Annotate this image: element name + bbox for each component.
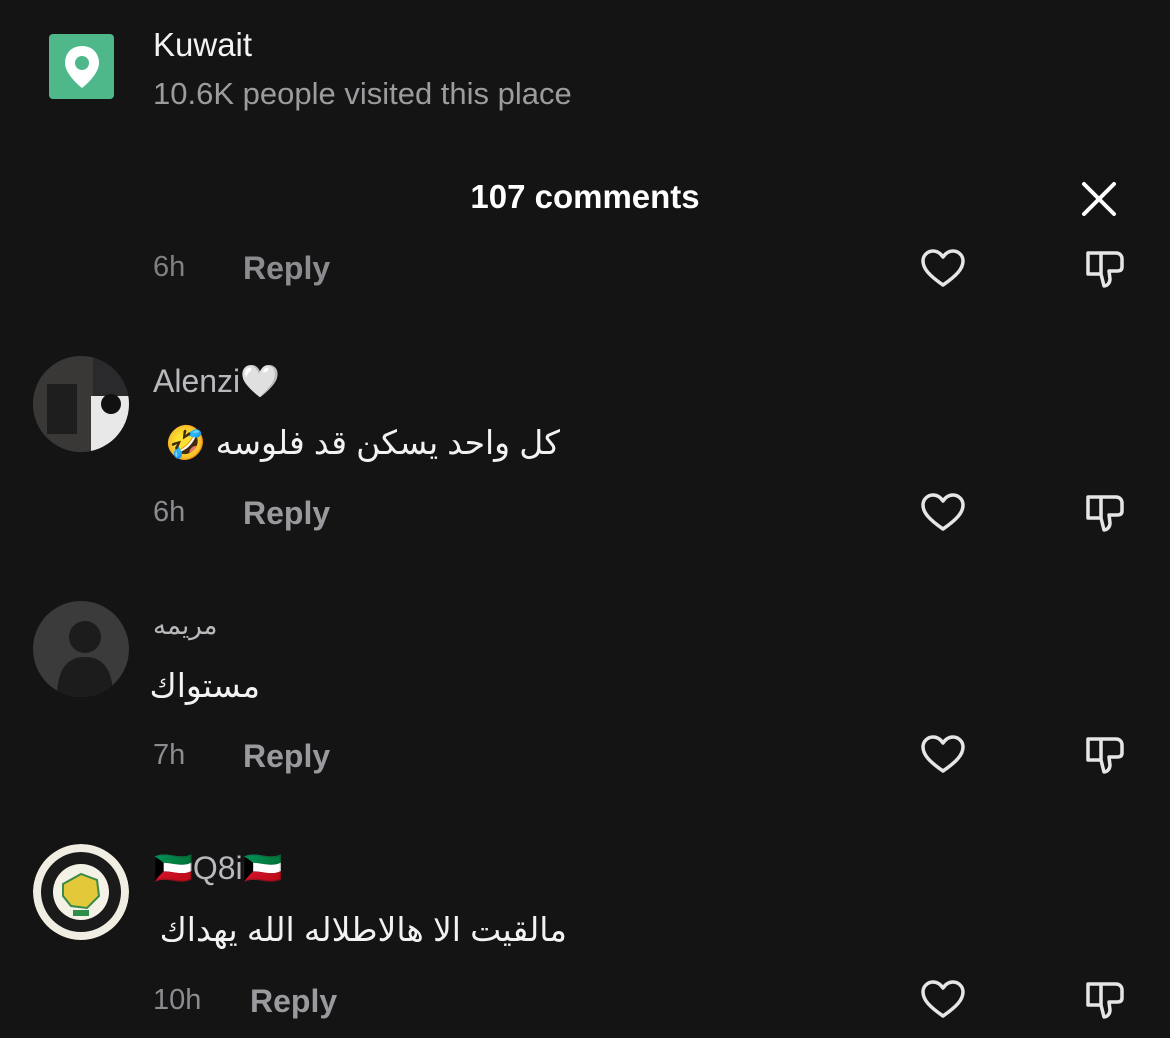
comment-count: 107 comments bbox=[470, 178, 700, 215]
comment-time: 6h bbox=[153, 251, 186, 283]
heart-icon[interactable] bbox=[918, 730, 968, 780]
reply-button[interactable]: Reply bbox=[243, 250, 330, 287]
dislike-icon[interactable] bbox=[1080, 975, 1130, 1025]
heart-icon[interactable] bbox=[918, 244, 968, 294]
place-name[interactable]: Kuwait bbox=[153, 26, 252, 64]
dislike-icon[interactable] bbox=[1080, 488, 1130, 538]
username[interactable]: 🇰🇼Q8i🇰🇼 bbox=[153, 849, 282, 887]
dislike-icon[interactable] bbox=[1080, 244, 1130, 294]
avatar[interactable] bbox=[33, 601, 129, 697]
dislike-icon[interactable] bbox=[1080, 730, 1130, 780]
close-icon[interactable] bbox=[1078, 178, 1120, 220]
place-visitors: 10.6K people visited this place bbox=[153, 76, 572, 111]
reply-button[interactable]: Reply bbox=[243, 738, 330, 775]
location-pin-icon[interactable] bbox=[49, 34, 114, 99]
comment-text: مالقيت الا هالاطلاله الله يهداك bbox=[159, 911, 567, 948]
heart-icon[interactable] bbox=[918, 488, 968, 538]
comment-time: 7h bbox=[153, 739, 186, 771]
heart-icon[interactable] bbox=[918, 975, 968, 1025]
reply-button[interactable]: Reply bbox=[243, 495, 330, 532]
avatar[interactable] bbox=[33, 356, 129, 452]
username[interactable]: Alenzi🤍 bbox=[153, 362, 280, 400]
comment-time: 10h bbox=[153, 984, 202, 1016]
username[interactable]: مريمه bbox=[153, 610, 217, 641]
comment-text: كل واحد يسكن قد فلوسه 🤣 bbox=[165, 424, 560, 461]
comment-time: 6h bbox=[153, 496, 186, 528]
reply-button[interactable]: Reply bbox=[250, 983, 337, 1020]
avatar[interactable] bbox=[33, 844, 129, 940]
comment-text: مستواك bbox=[149, 667, 261, 704]
